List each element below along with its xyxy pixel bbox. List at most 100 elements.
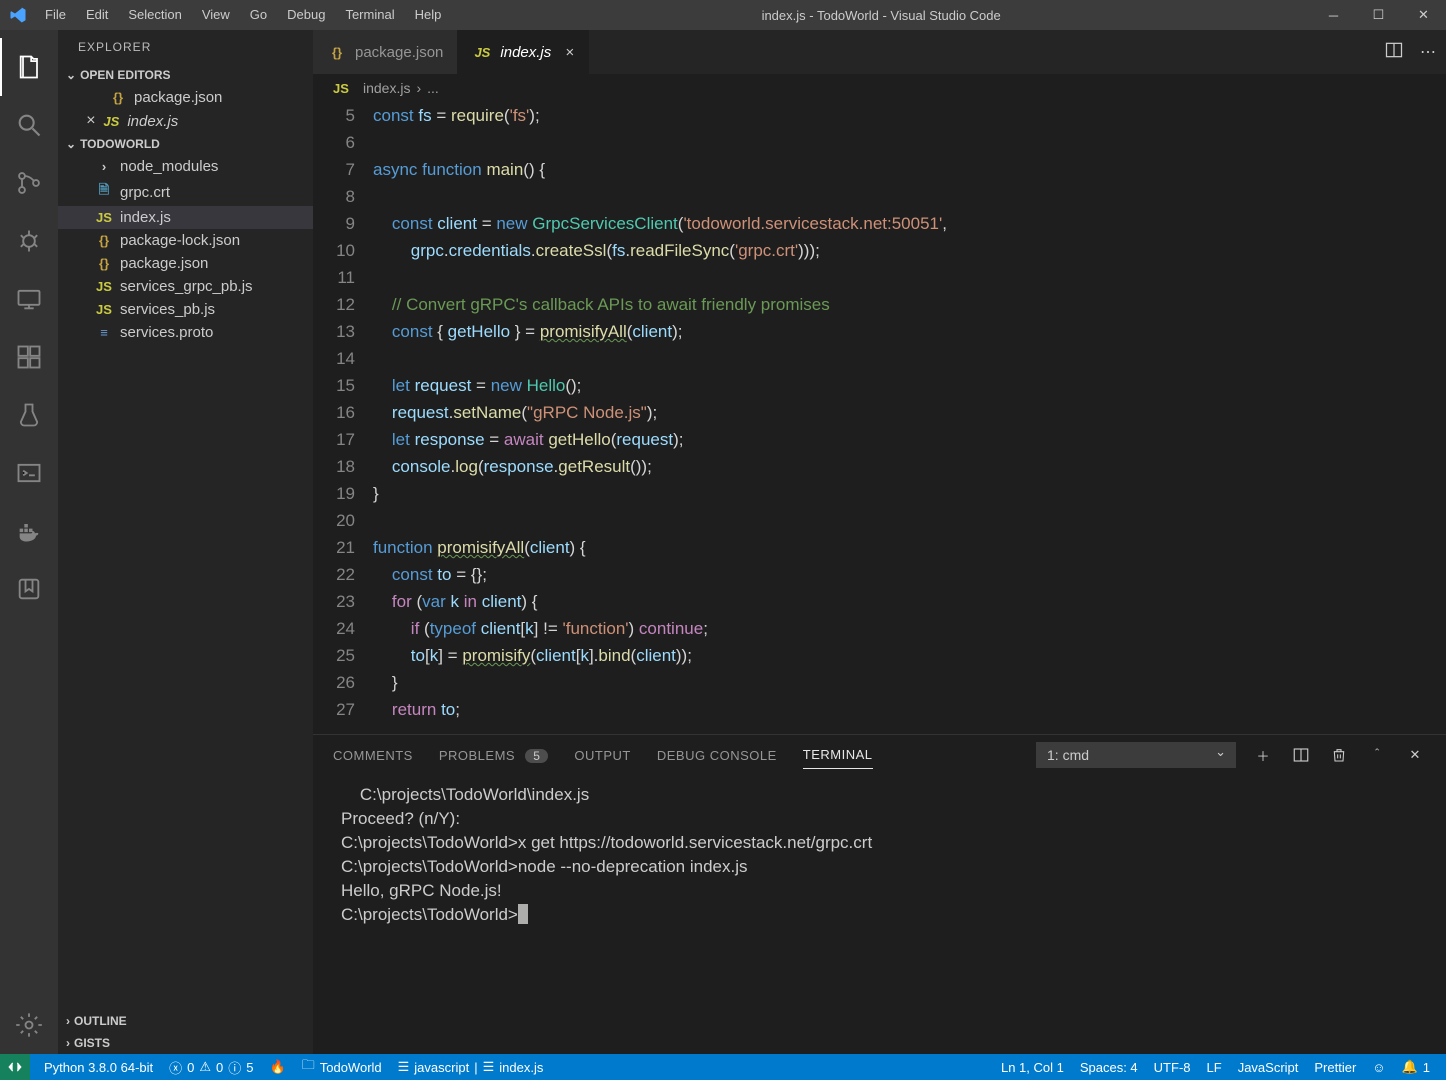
chevron-right-icon: › [66, 1036, 70, 1050]
chevron-down-icon: ⌄ [66, 68, 76, 82]
search-icon[interactable] [0, 96, 58, 154]
open-editor-item[interactable]: {} package.json [58, 86, 313, 109]
file-icon: JS [472, 45, 492, 60]
menu-help[interactable]: Help [405, 0, 452, 30]
menu-selection[interactable]: Selection [118, 0, 191, 30]
split-terminal-icon[interactable] [1290, 744, 1312, 766]
outline-label: OUTLINE [74, 1014, 127, 1028]
file-tree-item[interactable]: JSservices_grpc_pb.js [58, 275, 313, 298]
menu-edit[interactable]: Edit [76, 0, 118, 30]
encoding-status[interactable]: UTF-8 [1146, 1060, 1199, 1075]
settings-gear-icon[interactable] [0, 996, 58, 1054]
file-tree-item[interactable]: 🗎 grpc.crt [58, 178, 313, 206]
main-area: EXPLORER ⌄ OPEN EDITORS {}package.json×J… [0, 30, 1446, 1054]
tab-problems-label: PROBLEMS [439, 748, 515, 763]
panel-tabs: COMMENTS PROBLEMS 5 OUTPUT DEBUG CONSOLE… [313, 735, 1446, 775]
tab-output[interactable]: OUTPUT [574, 742, 630, 769]
close-icon[interactable]: × [86, 112, 95, 130]
file-icon: JS [94, 279, 114, 294]
breadcrumb-rest: ... [427, 80, 439, 96]
explorer-icon[interactable] [0, 38, 58, 96]
breadcrumb[interactable]: JS index.js › ... [313, 74, 1446, 102]
js-file-icon: JS [331, 81, 351, 96]
menu-debug[interactable]: Debug [277, 0, 335, 30]
cursor-position[interactable]: Ln 1, Col 1 [993, 1060, 1072, 1075]
file-tree-item[interactable]: ›node_modules [58, 155, 313, 178]
maximize-button[interactable]: ☐ [1356, 0, 1401, 30]
file-icon: {} [108, 90, 128, 105]
menu-file[interactable]: File [35, 0, 76, 30]
window-controls: ─ ☐ ✕ [1311, 0, 1446, 30]
docker-icon[interactable] [0, 502, 58, 560]
eol-status[interactable]: LF [1199, 1060, 1230, 1075]
file-label: grpc.crt [120, 184, 170, 201]
menu-view[interactable]: View [192, 0, 240, 30]
menu-terminal[interactable]: Terminal [335, 0, 404, 30]
open-editors-header[interactable]: ⌄ OPEN EDITORS [58, 64, 313, 86]
git-branch-status[interactable]: 🗀 TodoWorld [294, 1056, 390, 1078]
remote-indicator[interactable] [0, 1054, 30, 1080]
maximize-panel-icon[interactable]: ＾ [1366, 744, 1388, 766]
language-mode-1[interactable]: ☰ javascript | ☰ index.js [390, 1059, 552, 1075]
file-label: services_pb.js [120, 301, 215, 318]
terminal-output[interactable]: C:\projects\TodoWorld\index.jsProceed? (… [313, 775, 1446, 1054]
file-label: package.json [134, 89, 222, 106]
editor[interactable]: 5678910111213141516171819202122232425262… [313, 102, 1446, 734]
list-icon: ☰ [398, 1059, 410, 1075]
file-tree-item[interactable]: {}package-lock.json [58, 229, 313, 252]
extensions-icon[interactable] [0, 328, 58, 386]
tab-comments[interactable]: COMMENTS [333, 742, 413, 769]
terminal-selector[interactable]: 1: cmd [1036, 742, 1236, 768]
editor-tabs: {}package.jsonJSindex.js× ⋯ [313, 30, 1446, 74]
editor-tab[interactable]: {}package.json [313, 30, 458, 74]
source-control-icon[interactable] [0, 154, 58, 212]
close-panel-icon[interactable]: ✕ [1404, 744, 1426, 766]
explorer-sidebar: EXPLORER ⌄ OPEN EDITORS {}package.json×J… [58, 30, 313, 1054]
code-content[interactable]: const fs = require('fs'); async function… [373, 102, 1446, 734]
kill-terminal-icon[interactable] [1328, 744, 1350, 766]
menu-go[interactable]: Go [240, 0, 277, 30]
list-icon: ☰ [483, 1059, 495, 1075]
remote-explorer-icon[interactable] [0, 270, 58, 328]
status-bar: Python 3.8.0 64-bit ⓧ0 ⚠0 ⓘ5 🔥 🗀 TodoWor… [0, 1054, 1446, 1080]
prettier-status[interactable]: Prettier [1306, 1060, 1364, 1075]
chevron-down-icon: ⌄ [66, 137, 76, 151]
feedback-icon[interactable]: ☺ [1364, 1060, 1393, 1075]
test-icon[interactable] [0, 386, 58, 444]
problems-count-badge: 5 [525, 749, 548, 763]
outline-header[interactable]: › OUTLINE [58, 1010, 313, 1032]
file-tree-item[interactable]: JSservices_pb.js [58, 298, 313, 321]
split-editor-icon[interactable] [1384, 40, 1404, 65]
notifications-icon[interactable]: 🔔 1 [1394, 1059, 1438, 1075]
open-editor-item[interactable]: ×JSindex.js [58, 109, 313, 133]
python-status[interactable]: Python 3.8.0 64-bit [36, 1060, 161, 1075]
file-icon: 🗎 [94, 181, 114, 203]
title-bar: FileEditSelectionViewGoDebugTerminalHelp… [0, 0, 1446, 30]
close-tab-icon[interactable]: × [565, 44, 574, 61]
tab-debug-console[interactable]: DEBUG CONSOLE [657, 742, 777, 769]
more-actions-icon[interactable]: ⋯ [1420, 42, 1436, 62]
file-label: package.json [120, 255, 208, 272]
minimize-button[interactable]: ─ [1311, 0, 1356, 30]
tab-problems[interactable]: PROBLEMS 5 [439, 742, 549, 769]
bookmark-icon[interactable] [0, 560, 58, 618]
terminal-panel-icon[interactable] [0, 444, 58, 502]
debug-icon[interactable] [0, 212, 58, 270]
new-terminal-icon[interactable]: ＋ [1252, 744, 1274, 766]
sidebar-title: EXPLORER [58, 30, 313, 64]
file-icon: ≡ [94, 325, 114, 340]
file-tree-item[interactable]: ≡services.proto [58, 321, 313, 344]
close-button[interactable]: ✕ [1401, 0, 1446, 30]
bell-icon: 🔔 [1402, 1059, 1418, 1075]
language-status[interactable]: JavaScript [1230, 1060, 1307, 1075]
live-share-icon[interactable]: 🔥 [262, 1059, 294, 1075]
indentation-status[interactable]: Spaces: 4 [1072, 1060, 1146, 1075]
tab-terminal[interactable]: TERMINAL [803, 741, 873, 769]
gists-header[interactable]: › GISTS [58, 1032, 313, 1054]
activity-bar [0, 30, 58, 1054]
problems-status[interactable]: ⓧ0 ⚠0 ⓘ5 [161, 1058, 261, 1077]
file-tree-item[interactable]: {}package.json [58, 252, 313, 275]
file-tree-item[interactable]: JSindex.js [58, 206, 313, 229]
folder-header[interactable]: ⌄ TODOWORLD [58, 133, 313, 155]
editor-tab[interactable]: JSindex.js× [458, 30, 589, 74]
